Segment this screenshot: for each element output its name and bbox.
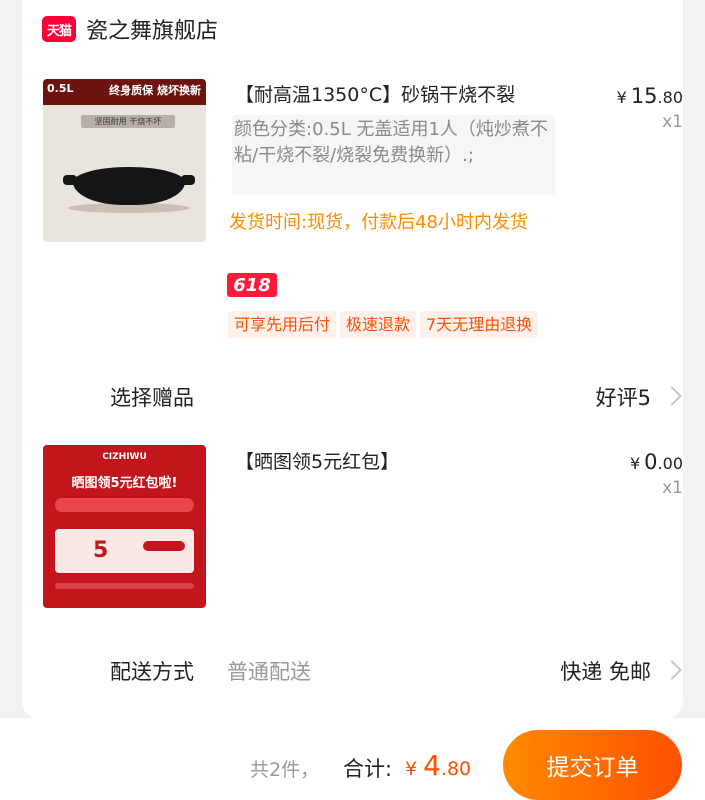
image-slogan-text: 终身质保 烧坏换新 <box>109 84 201 97</box>
tmall-logo-icon: 天猫 <box>42 16 76 42</box>
store-header[interactable]: 天猫 瓷之舞旗舰店 <box>42 14 218 44</box>
total-yuan: 4 <box>423 749 441 782</box>
coupon-ticket-icon <box>55 529 194 573</box>
coupon-price: ¥0.00 <box>630 450 683 474</box>
image-headline-text: 晒图领5元红包啦! <box>71 476 178 491</box>
image-strip-text: 坚固耐用 干烧不坏 <box>81 115 175 128</box>
service-tag: 极速退款 <box>340 311 417 338</box>
product-quantity: x1 <box>662 112 683 132</box>
image-volume-text: 0.5L <box>47 82 74 95</box>
service-tag: 可享先用后付 <box>228 311 337 338</box>
coupon-value-text: 5 <box>93 538 109 563</box>
image-footer-line <box>55 583 194 589</box>
shipping-value[interactable]: 快递 免邮 <box>560 656 651 686</box>
coupon-image[interactable]: CIZHIWU 晒图领5元红包啦! 5 <box>43 445 206 608</box>
product-image[interactable]: 0.5L 终身质保 烧坏换新 坚固耐用 干烧不坏 <box>43 79 206 242</box>
total-currency: ¥ <box>405 758 418 780</box>
product-title[interactable]: 【耐高温1350°C】砂锅干烧不裂 <box>235 80 515 107</box>
service-tag: 7天无理由退换 <box>420 311 539 338</box>
price-yuan: 0 <box>644 450 658 474</box>
coupon-claim-pill <box>143 541 185 551</box>
shipping-method[interactable]: 普通配送 <box>227 656 311 686</box>
item-count: 共2件， <box>250 759 320 781</box>
gift-value[interactable]: 好评5 <box>596 382 651 412</box>
product-price: ¥15.80 <box>617 84 683 108</box>
variant-selector[interactable]: 颜色分类:0.5L 无盖适用1人（炖炒煮不粘/干烧不裂/烧裂免费换新）.; <box>232 115 555 195</box>
coupon-quantity: x1 <box>662 478 683 498</box>
total-label: 合计: <box>343 757 393 781</box>
price-cents: .80 <box>657 88 683 107</box>
ship-time: 发货时间:现货，付款后48小时内发货 <box>229 212 528 233</box>
image-subline <box>55 498 194 512</box>
clay-pot-icon <box>73 167 185 205</box>
price-cents: .00 <box>657 454 683 473</box>
service-tags: 可享先用后付 极速退款 7天无理由退换 <box>228 311 566 338</box>
total-cents: .80 <box>440 758 472 780</box>
promo-618-badge: 618 <box>227 273 277 297</box>
store-name[interactable]: 瓷之舞旗舰店 <box>86 13 218 45</box>
price-yuan: 15 <box>630 84 658 108</box>
gift-label[interactable]: 选择赠品 <box>110 382 194 412</box>
submit-order-button[interactable]: 提交订单 <box>503 730 682 800</box>
total-price: ¥4.80 <box>405 749 471 782</box>
price-currency: ¥ <box>616 88 627 107</box>
price-currency: ¥ <box>629 454 641 473</box>
shipping-label[interactable]: 配送方式 <box>110 656 194 686</box>
image-brand-text: CIZHIWU <box>102 452 147 462</box>
coupon-title[interactable]: 【晒图领5元红包】 <box>235 447 399 474</box>
